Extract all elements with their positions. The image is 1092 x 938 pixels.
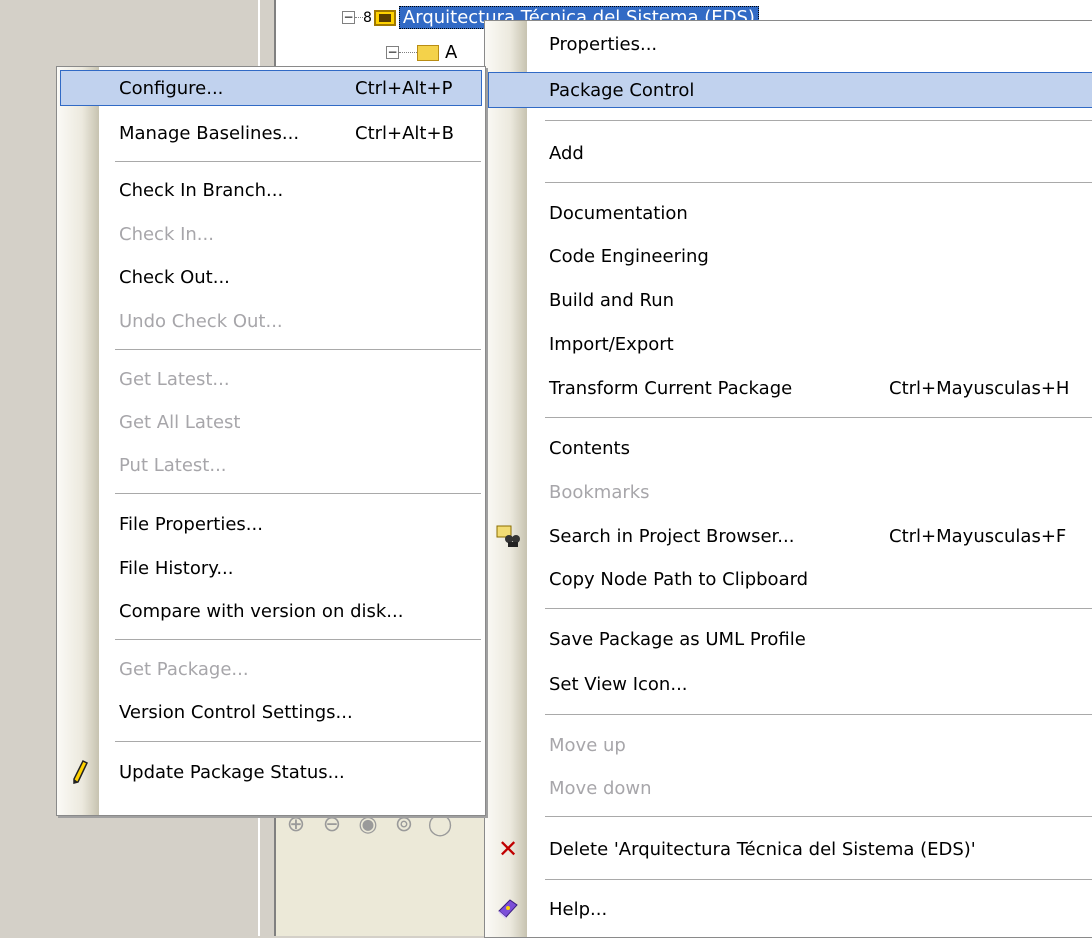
menu-item-get-all-latest: Get All Latest (61, 405, 481, 439)
menu-item-label: Transform Current Package (549, 377, 793, 399)
menu-item-shortcut: Ctrl+Mayusculas+H (889, 377, 1070, 399)
menu-item-build-and-run[interactable]: Build and Run (489, 283, 1092, 317)
menu-separator (115, 493, 481, 494)
menu-item-label: Set View Icon... (549, 673, 688, 695)
delete-icon: ✕ (497, 835, 519, 863)
menu-separator (545, 608, 1092, 609)
tree-connector (355, 17, 363, 18)
menu-item-label: Get Package... (119, 658, 249, 680)
menu-item-delete[interactable]: ✕ Delete 'Arquitectura Técnica del Siste… (489, 832, 1092, 866)
menu-item-check-in: Check In... (61, 217, 481, 251)
menu-item-label: Help... (549, 898, 608, 920)
menu-item-search[interactable]: Search in Project Browser... Ctrl+Mayusc… (489, 519, 1092, 553)
menu-separator (545, 879, 1092, 880)
menu-item-label: Build and Run (549, 289, 675, 311)
menu-item-shortcut: Ctrl+Mayusculas+F (889, 525, 1067, 547)
collapse-icon[interactable]: − (386, 46, 399, 59)
menu-separator (545, 417, 1092, 418)
menu-separator (115, 161, 481, 162)
menu-item-label: Version Control Settings... (119, 701, 353, 723)
menu-item-shortcut: Ctrl+Alt+P (355, 77, 453, 99)
menu-item-label: Compare with version on disk... (119, 600, 404, 622)
help-book-icon (495, 896, 521, 922)
menu-item-label: Bookmarks (549, 481, 650, 503)
menu-item-label: Get All Latest (119, 411, 241, 433)
menu-item-label: Configure... (119, 77, 224, 99)
menu-separator (115, 741, 481, 742)
package-icon (373, 9, 396, 26)
context-menu: Properties... Package Control Add Docume… (484, 20, 1092, 938)
menu-item-add[interactable]: Add (489, 136, 1092, 170)
menu-item-label: File Properties... (119, 513, 263, 535)
menu-item-label: Properties... (549, 33, 658, 55)
menu-separator (545, 182, 1092, 183)
menu-item-move-down: Move down (489, 771, 1092, 805)
tree-connector (399, 52, 417, 53)
menu-item-package-control[interactable]: Package Control (488, 72, 1092, 108)
package-control-submenu: Configure... Ctrl+Alt+P Manage Baselines… (56, 66, 486, 816)
menu-separator (545, 816, 1092, 817)
menu-separator (115, 639, 481, 640)
menu-item-label: Import/Export (549, 333, 674, 355)
menu-item-label: Save Package as UML Profile (549, 628, 806, 650)
menu-item-put-latest: Put Latest... (61, 448, 481, 482)
menu-item-bookmarks: Bookmarks (489, 475, 1092, 509)
search-icon (495, 523, 521, 549)
menu-item-documentation[interactable]: Documentation (489, 196, 1092, 230)
menu-item-label: Copy Node Path to Clipboard (549, 568, 809, 590)
collapse-icon[interactable]: − (342, 11, 355, 24)
menu-item-save-uml-profile[interactable]: Save Package as UML Profile (489, 622, 1092, 656)
folder-icon (417, 44, 439, 61)
menu-item-configure[interactable]: Configure... Ctrl+Alt+P (60, 70, 482, 106)
menu-item-label: File History... (119, 557, 234, 579)
menu-item-label: Documentation (549, 202, 688, 224)
menu-item-manage-baselines[interactable]: Manage Baselines... Ctrl+Alt+B (61, 116, 481, 150)
menu-item-label: Undo Check Out... (119, 310, 283, 332)
menu-item-file-history[interactable]: File History... (61, 551, 481, 585)
tree-node-child[interactable]: − A (386, 42, 457, 63)
menu-item-version-control-settings[interactable]: Version Control Settings... (61, 695, 481, 729)
menu-item-label: Move up (549, 734, 626, 756)
menu-item-label: Package Control (549, 79, 695, 101)
menu-item-get-package: Get Package... (61, 652, 481, 686)
menu-item-undo-check-out: Undo Check Out... (61, 304, 481, 338)
menu-item-label: Update Package Status... (119, 761, 345, 783)
menu-item-help[interactable]: Help... (489, 892, 1092, 926)
menu-item-shortcut: Ctrl+Alt+B (355, 122, 454, 144)
menu-item-label: Code Engineering (549, 245, 709, 267)
menu-item-label: Check Out... (119, 266, 230, 288)
menu-separator (545, 714, 1092, 715)
menu-item-label: Delete 'Arquitectura Técnica del Sistema… (549, 838, 976, 860)
menu-item-check-in-branch[interactable]: Check In Branch... (61, 173, 481, 207)
menu-item-label: Move down (549, 777, 652, 799)
menu-item-update-package-status[interactable]: Update Package Status... (61, 755, 481, 789)
menu-item-label: Check In Branch... (119, 179, 284, 201)
menu-item-check-out[interactable]: Check Out... (61, 260, 481, 294)
menu-item-label: Put Latest... (119, 454, 227, 476)
menu-item-label: Search in Project Browser... (549, 525, 795, 547)
menu-item-file-properties[interactable]: File Properties... (61, 507, 481, 541)
link-icon: 8 (363, 9, 372, 26)
menu-item-transform[interactable]: Transform Current Package Ctrl+Mayuscula… (489, 371, 1092, 405)
menu-item-label: Get Latest... (119, 368, 230, 390)
menu-item-compare-version[interactable]: Compare with version on disk... (61, 594, 481, 628)
menu-separator (115, 349, 481, 350)
menu-item-label: Manage Baselines... (119, 122, 300, 144)
menu-item-label: Contents (549, 437, 630, 459)
menu-item-copy-path[interactable]: Copy Node Path to Clipboard (489, 562, 1092, 596)
menu-separator (545, 120, 1092, 121)
menu-item-contents[interactable]: Contents (489, 431, 1092, 465)
tree-node-label[interactable]: A (445, 42, 457, 63)
menu-item-import-export[interactable]: Import/Export (489, 327, 1092, 361)
menu-item-label: Add (549, 142, 584, 164)
menu-item-code-engineering[interactable]: Code Engineering (489, 239, 1092, 273)
menu-item-move-up: Move up (489, 728, 1092, 762)
menu-item-label: Check In... (119, 223, 214, 245)
menu-item-get-latest: Get Latest... (61, 362, 481, 396)
menu-item-properties[interactable]: Properties... (489, 27, 1092, 61)
pencil-icon (67, 759, 93, 785)
menu-item-set-view-icon[interactable]: Set View Icon... (489, 667, 1092, 701)
